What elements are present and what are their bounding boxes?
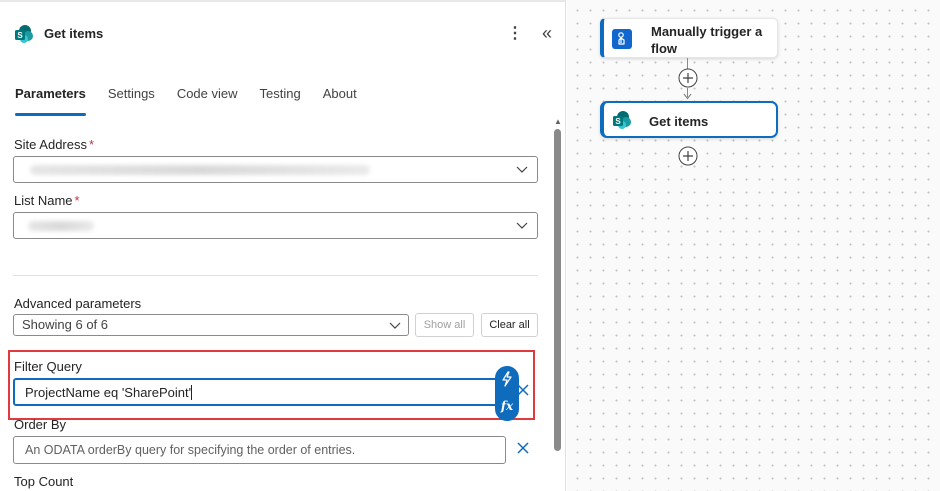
text-caret xyxy=(191,385,193,400)
redacted-value xyxy=(28,221,94,231)
order-by-placeholder: An ODATA orderBy query for specifying th… xyxy=(25,443,356,457)
filter-query-input[interactable]: ProjectName eq 'SharePoint' xyxy=(13,378,507,406)
order-by-label: Order By xyxy=(14,417,67,432)
get-items-node[interactable]: S Get items xyxy=(600,101,778,138)
site-address-dropdown[interactable] xyxy=(13,156,538,183)
top-count-label: Top Count xyxy=(14,474,74,489)
site-address-label: Site Address * xyxy=(14,137,95,152)
list-name-label: List Name * xyxy=(14,193,80,208)
required-marker: * xyxy=(89,137,95,152)
required-marker: * xyxy=(74,193,80,208)
action-details-panel: S Get items ⋮ « Parameters Settings Code… xyxy=(0,0,566,491)
panel-tabs: Parameters Settings Code view Testing Ab… xyxy=(15,86,379,116)
add-step-icon[interactable] xyxy=(678,146,698,166)
arrow-down-icon xyxy=(683,93,692,100)
tab-settings[interactable]: Settings xyxy=(108,86,155,116)
scrollbar-thumb[interactable] xyxy=(554,129,561,451)
close-icon[interactable] xyxy=(516,441,530,455)
chevron-down-icon xyxy=(516,166,528,173)
clear-all-button[interactable]: Clear all xyxy=(481,313,538,337)
close-icon[interactable] xyxy=(516,383,530,397)
section-divider xyxy=(13,275,538,276)
tab-parameters[interactable]: Parameters xyxy=(15,86,86,116)
tab-about[interactable]: About xyxy=(323,86,357,116)
advanced-parameters-dropdown[interactable]: Showing 6 of 6 xyxy=(13,314,409,336)
collapse-icon[interactable]: « xyxy=(537,23,557,45)
expression-fx-icon[interactable]: fx xyxy=(495,399,519,413)
svg-text:S: S xyxy=(615,117,621,126)
flow-canvas[interactable] xyxy=(567,0,940,491)
chevron-down-icon xyxy=(516,222,528,229)
scroll-up-arrow-icon[interactable]: ▲ xyxy=(553,117,563,126)
advanced-parameters-label: Advanced parameters xyxy=(14,296,142,311)
show-all-button[interactable]: Show all xyxy=(415,313,474,337)
panel-title: Get items xyxy=(44,26,104,41)
filter-query-label: Filter Query xyxy=(14,359,82,374)
trigger-node-title: Manually trigger a flow xyxy=(651,24,763,56)
get-items-node-title: Get items xyxy=(649,114,709,129)
trigger-node[interactable]: Manually trigger a flow xyxy=(600,18,778,58)
tab-testing[interactable]: Testing xyxy=(260,86,301,116)
sharepoint-icon: S xyxy=(613,111,631,129)
more-options-icon[interactable]: ⋮ xyxy=(506,23,524,45)
sharepoint-icon: S xyxy=(15,25,33,43)
dynamic-content-icon[interactable] xyxy=(501,371,513,387)
order-by-input[interactable]: An ODATA orderBy query for specifying th… xyxy=(13,436,506,464)
filter-query-value: ProjectName eq 'SharePoint' xyxy=(25,385,192,400)
redacted-value xyxy=(30,165,370,175)
svg-text:S: S xyxy=(17,31,23,40)
tab-code-view[interactable]: Code view xyxy=(177,86,238,116)
chevron-down-icon xyxy=(389,322,401,329)
advanced-parameters-value: Showing 6 of 6 xyxy=(22,317,109,332)
manual-trigger-icon xyxy=(612,29,632,49)
panel-header: S Get items ⋮ « xyxy=(0,18,565,50)
add-step-icon[interactable] xyxy=(678,68,698,88)
panel-top-border xyxy=(0,0,565,2)
list-name-dropdown[interactable] xyxy=(13,212,538,239)
